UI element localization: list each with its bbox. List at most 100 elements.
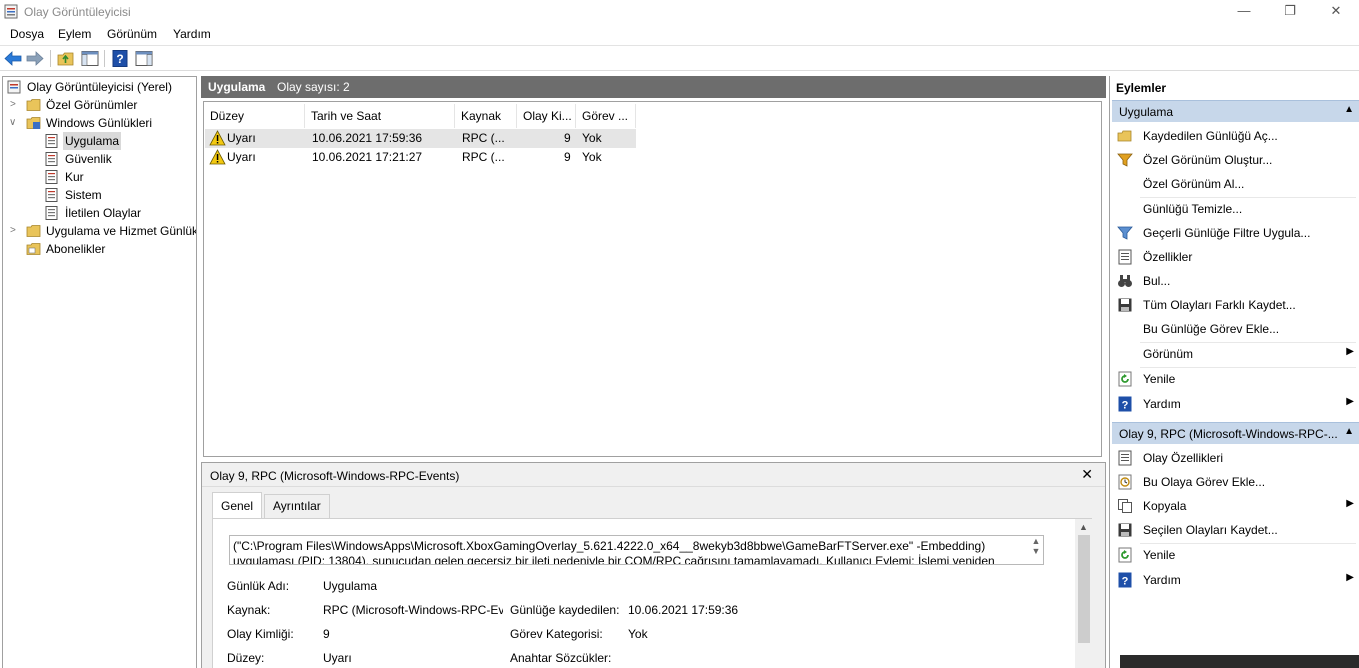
collapse-chevron-icon[interactable]: ∨	[9, 114, 19, 132]
action-help-event[interactable]: ? Yardım ▶	[1114, 569, 1358, 591]
task-category-label: Görev Kategorisi:	[510, 627, 603, 641]
table-row[interactable]: Uyarı 10.06.2021 17:59:36 RPC (... 9 Yok	[205, 129, 636, 148]
menu-bar: Dosya Eylem Görünüm Yardım	[0, 24, 1359, 44]
tree-label: Abonelikler	[46, 242, 106, 256]
tree-label: Güvenlik	[65, 152, 112, 166]
action-help[interactable]: ? Yardım ▶	[1114, 393, 1358, 415]
detail-header: Olay 9, RPC (Microsoft-Windows-RPC-Event…	[202, 463, 1105, 487]
log-file-icon	[45, 152, 58, 166]
log-file-icon	[45, 188, 58, 202]
action-refresh-event[interactable]: Yenile	[1114, 544, 1358, 566]
action-import-custom-view[interactable]: Özel Görünüm Al...	[1114, 173, 1358, 195]
message-scrollbar[interactable]: ▲ ▼	[1029, 536, 1043, 564]
scroll-thumb[interactable]	[1078, 535, 1090, 643]
action-view[interactable]: Görünüm ▶	[1114, 343, 1358, 365]
action-event-properties[interactable]: Olay Özellikleri	[1114, 447, 1358, 469]
log-file-icon	[45, 134, 58, 148]
show-hide-tree-icon[interactable]	[81, 50, 99, 67]
source-value: RPC (Microsoft-Windows-RPC-Events)	[323, 603, 503, 617]
action-attach-task-to-event[interactable]: Bu Olaya Görev Ekle...	[1114, 471, 1358, 493]
menu-yardim[interactable]: Yardım	[173, 27, 211, 41]
close-icon[interactable]: ✕	[1081, 466, 1093, 483]
event-id-label: Olay Kimliği:	[227, 627, 294, 641]
scroll-up-icon[interactable]: ▲	[1079, 522, 1088, 532]
menu-dosya[interactable]: Dosya	[10, 27, 44, 41]
tree-label: Özel Görünümler	[46, 98, 138, 112]
collapse-icon[interactable]: ▲	[1344, 104, 1354, 115]
event-viewer-app-icon	[4, 4, 18, 19]
action-find[interactable]: Bul...	[1114, 270, 1358, 292]
minimize-button[interactable]: —	[1221, 0, 1267, 24]
save-icon	[1118, 298, 1132, 312]
column-task[interactable]: Görev ...	[576, 104, 636, 128]
taskbar-edge	[1120, 655, 1359, 668]
action-copy[interactable]: Kopyala ▶	[1114, 495, 1358, 517]
action-save-all-events-as[interactable]: Tüm Olayları Farklı Kaydet...	[1114, 294, 1358, 316]
console-tree: Olay Görüntüleyicisi (Yerel) > Özel Görü…	[2, 76, 197, 668]
show-hide-action-pane-icon[interactable]	[135, 50, 153, 67]
help-icon: ?	[1118, 396, 1132, 412]
submenu-arrow-icon: ▶	[1346, 346, 1354, 357]
maximize-button[interactable]: ❐	[1267, 0, 1313, 24]
event-list: Düzey Tarih ve Saat Kaynak Olay Ki... Gö…	[203, 101, 1102, 457]
task-category-value: Yok	[628, 627, 648, 641]
action-open-saved-log[interactable]: Kaydedilen Günlüğü Aç...	[1114, 125, 1358, 147]
action-save-selected-events[interactable]: Seçilen Olayları Kaydet...	[1114, 519, 1358, 541]
tree-label: Kur	[65, 170, 84, 184]
folder-up-icon[interactable]	[57, 50, 75, 67]
forward-arrow-icon[interactable]	[26, 50, 44, 67]
expand-chevron-icon[interactable]: >	[10, 222, 20, 240]
action-clear-log[interactable]: Günlüğü Temizle...	[1114, 198, 1358, 220]
event-message-box[interactable]: ("C:\Program Files\WindowsApps\Microsoft…	[229, 535, 1044, 565]
window-title: Olay Görüntüleyicisi	[24, 5, 131, 19]
menu-eylem[interactable]: Eylem	[58, 27, 91, 41]
event-viewer-icon	[7, 80, 21, 94]
help-icon: ?	[1118, 572, 1132, 588]
help-icon[interactable]: ?	[111, 50, 129, 67]
action-properties[interactable]: Özellikler	[1114, 246, 1358, 268]
expand-chevron-icon[interactable]: >	[10, 96, 20, 114]
title-bar: Olay Görüntüleyicisi — ❐ ✕	[0, 0, 1359, 24]
column-level[interactable]: Düzey	[204, 104, 305, 128]
column-datetime[interactable]: Tarih ve Saat	[305, 104, 455, 128]
svg-text:?: ?	[116, 52, 123, 66]
properties-icon	[1118, 450, 1132, 466]
warning-icon	[209, 130, 226, 146]
close-button[interactable]: ✕	[1313, 0, 1359, 24]
detail-scrollbar[interactable]: ▲	[1075, 519, 1093, 668]
log-file-icon	[45, 170, 58, 184]
table-row[interactable]: Uyarı 10.06.2021 17:21:27 RPC (... 9 Yok	[205, 148, 636, 167]
logged-value: 10.06.2021 17:59:36	[628, 603, 739, 617]
column-source[interactable]: Kaynak	[455, 104, 517, 128]
svg-text:?: ?	[1122, 400, 1129, 412]
log-file-icon	[45, 206, 58, 220]
subscriptions-icon	[26, 243, 41, 255]
refresh-icon	[1118, 371, 1132, 387]
save-icon	[1118, 523, 1132, 537]
action-create-custom-view[interactable]: Özel Görünüm Oluştur...	[1114, 149, 1358, 171]
warning-icon	[209, 149, 226, 165]
action-attach-task-to-log[interactable]: Bu Günlüğe Görev Ekle...	[1114, 318, 1358, 340]
actions-section-event[interactable]: Olay 9, RPC (Microsoft-Windows-RPC-... ▲	[1112, 422, 1359, 444]
back-arrow-icon[interactable]	[4, 50, 22, 67]
level-value: Uyarı	[323, 651, 352, 665]
action-filter-current-log[interactable]: Geçerli Günlüğe Filtre Uygula...	[1114, 222, 1358, 244]
event-detail-pane: Olay 9, RPC (Microsoft-Windows-RPC-Event…	[201, 462, 1106, 668]
menu-gorunum[interactable]: Görünüm	[107, 27, 157, 41]
binoculars-icon	[1118, 275, 1132, 287]
action-refresh[interactable]: Yenile	[1114, 368, 1358, 390]
tab-genel[interactable]: Genel	[212, 492, 263, 518]
tree-label: Sistem	[65, 188, 102, 202]
collapse-icon[interactable]: ▲	[1344, 426, 1354, 437]
folder-icon	[26, 99, 41, 111]
column-event-id[interactable]: Olay Ki...	[517, 104, 576, 128]
list-header: Düzey Tarih ve Saat Kaynak Olay Ki... Gö…	[204, 104, 636, 128]
level-label: Düzey:	[227, 651, 265, 665]
detail-tabs: Genel Ayrıntılar	[212, 492, 1092, 518]
log-name: Uygulama	[208, 80, 266, 94]
actions-section-log[interactable]: Uygulama ▲	[1112, 100, 1359, 122]
log-name-value: Uygulama	[323, 579, 378, 593]
source-label: Kaynak:	[227, 603, 271, 617]
event-id-value: 9	[323, 627, 330, 641]
tab-ayrintilar[interactable]: Ayrıntılar	[264, 494, 330, 518]
